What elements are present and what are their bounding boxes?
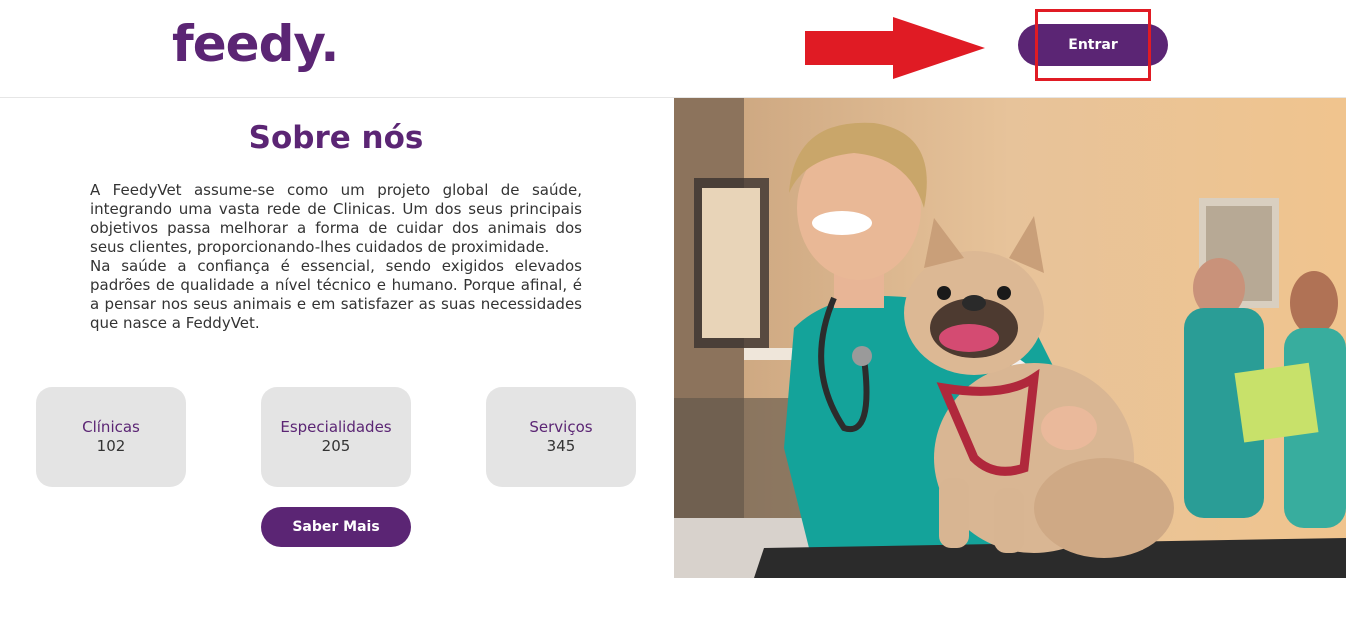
feedy-logo[interactable]: feedy. — [172, 14, 339, 74]
page-title: Sobre nós — [248, 120, 424, 156]
about-text: A FeedyVet assume-se como um projeto glo… — [90, 181, 582, 333]
learn-more-button[interactable]: Saber Mais — [261, 507, 411, 547]
stat-card-services: Serviços 345 — [486, 387, 636, 487]
vet-with-dog-photo — [674, 98, 1346, 578]
stat-label: Clínicas — [82, 418, 140, 436]
stat-value: 345 — [546, 437, 576, 455]
vet-with-dog-illustration — [674, 98, 1346, 578]
stat-card-specialties: Especialidades 205 — [261, 387, 411, 487]
stat-card-clinics: Clínicas 102 — [36, 387, 186, 487]
highlight-box — [1035, 9, 1151, 81]
site-header: feedy. Entrar — [0, 0, 1346, 98]
about-paragraph-2: Na saúde a confiança é essencial, sendo … — [90, 257, 582, 332]
stat-label: Serviços — [529, 418, 593, 436]
stat-value: 102 — [96, 437, 126, 455]
red-arrow-icon — [805, 17, 985, 79]
about-paragraph-1: A FeedyVet assume-se como um projeto glo… — [90, 181, 582, 256]
stat-value: 205 — [321, 437, 351, 455]
stat-label: Especialidades — [280, 418, 392, 436]
